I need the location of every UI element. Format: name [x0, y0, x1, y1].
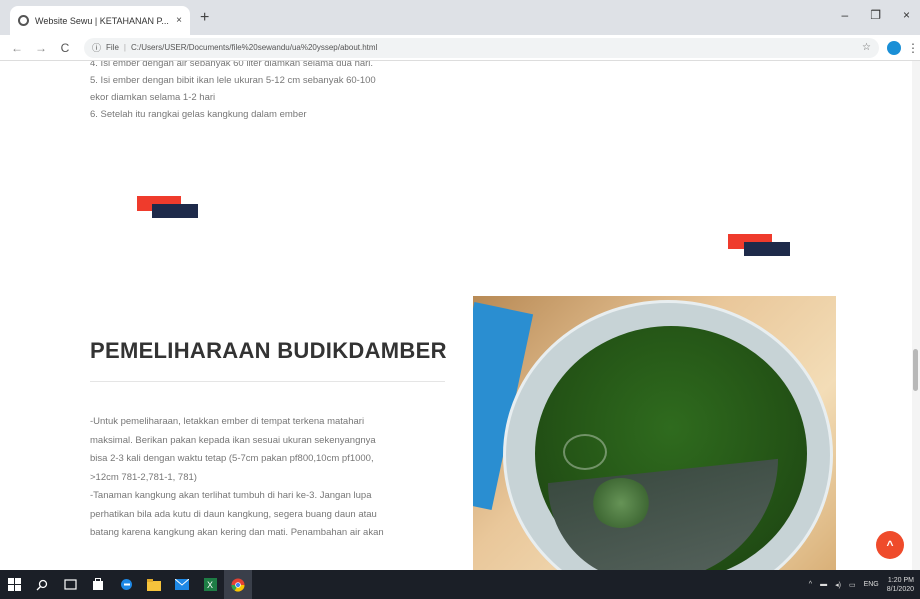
- taskbar-clock[interactable]: 1:20 PM 8/1/2020: [887, 576, 914, 594]
- page-content: 4. Isi ember dengan air sebanyak 60 lite…: [0, 61, 920, 570]
- tab-title: Website Sewu | KETAHANAN P...: [35, 15, 169, 26]
- body-line: batang karena kangkung akan kering dan m…: [90, 527, 384, 538]
- notification-icon[interactable]: ▭: [849, 581, 856, 589]
- url-separator: |: [123, 43, 126, 52]
- file-explorer-icon[interactable]: [140, 570, 168, 599]
- globe-icon: [18, 15, 29, 26]
- browser-tab[interactable]: Website Sewu | KETAHANAN P... ×: [10, 6, 190, 35]
- title-divider: [90, 381, 445, 382]
- decorative-navy-bar: [152, 204, 198, 218]
- scrollbar-thumb[interactable]: [913, 349, 918, 391]
- bucket-photo: [473, 296, 836, 570]
- address-bar[interactable]: ⓘ File | C:/Users/USER/Documents/file%20…: [84, 37, 879, 58]
- maximize-button[interactable]: ❐: [870, 8, 881, 22]
- clock-date: 8/1/2020: [886, 585, 914, 593]
- info-icon[interactable]: ⓘ: [92, 41, 101, 54]
- task-view-icon[interactable]: [56, 570, 84, 599]
- url-text[interactable]: C:/Users/USER/Documents/file%20sewandu/u…: [131, 43, 862, 52]
- system-tray: ^ ▬ ◂) ▭ ENG 1:20 PM 8/1/2020: [809, 570, 914, 599]
- browser-tabbar: Website Sewu | KETAHANAN P... × + – ❐ ×: [0, 0, 920, 35]
- steps-list: 4. Isi ember dengan air sebanyak 60 lite…: [90, 61, 450, 123]
- back-button[interactable]: ←: [10, 41, 24, 55]
- network-icon[interactable]: ▬: [820, 581, 827, 588]
- clock-time: 1:20 PM: [887, 576, 914, 584]
- body-line: >12cm 781-2,781-1, 781): [90, 471, 197, 483]
- window-controls: – ❐ ×: [842, 8, 910, 22]
- language-indicator[interactable]: ENG: [864, 581, 879, 588]
- new-tab-button[interactable]: +: [200, 9, 209, 27]
- windows-start-icon[interactable]: [0, 570, 28, 599]
- browser-menu-icon[interactable]: ⋮: [907, 41, 919, 55]
- section-title: PEMELIHARAAN BUDIKDAMBER: [90, 338, 447, 363]
- body-line: perhatikan bila ada kutu di daun kangkun…: [90, 508, 377, 520]
- bookmark-star-icon[interactable]: ☆: [862, 42, 871, 53]
- chrome-icon[interactable]: [224, 570, 252, 599]
- tab-close-icon[interactable]: ×: [176, 15, 182, 26]
- body-line: -Untuk pemeliharaan, letakkan ember di t…: [90, 416, 365, 427]
- step-line: 4. Isi ember dengan air sebanyak 60 lite…: [90, 61, 374, 69]
- mail-icon[interactable]: [168, 570, 196, 599]
- search-icon[interactable]: [28, 570, 56, 599]
- minimize-button[interactable]: –: [842, 8, 849, 22]
- step-line: 6. Setelah itu rangkai gelas kangkung da…: [90, 109, 307, 120]
- svg-text:X: X: [207, 580, 213, 590]
- forward-button[interactable]: →: [34, 41, 48, 55]
- volume-icon[interactable]: ◂): [835, 581, 841, 589]
- decorative-navy-bar: [744, 242, 790, 256]
- store-icon[interactable]: [84, 570, 112, 599]
- profile-avatar-icon[interactable]: [887, 40, 901, 55]
- reload-button[interactable]: C: [58, 41, 72, 55]
- browser-toolbar: ← → C ⓘ File | C:/Users/USER/Documents/f…: [0, 35, 920, 61]
- body-line: maksimal. Berikan pakan kepada ikan sesu…: [90, 434, 376, 446]
- windows-taskbar: X ^ ▬ ◂) ▭ ENG 1:20 PM 8/1/2020: [0, 570, 920, 599]
- body-line: bisa 2-3 kali dengan waktu tetap (5-7cm …: [90, 453, 374, 464]
- url-scheme: File: [106, 43, 119, 52]
- body-line: -Tanaman kangkung akan terlihat tumbuh d…: [90, 490, 372, 501]
- step-line: 5. Isi ember dengan bibit ikan lele ukur…: [90, 75, 376, 86]
- floating-leaves: [591, 478, 651, 528]
- close-window-button[interactable]: ×: [903, 8, 910, 22]
- water-ripple: [563, 434, 607, 470]
- chevron-up-icon[interactable]: ^: [809, 581, 812, 588]
- page-scrollbar[interactable]: [912, 61, 920, 570]
- edge-icon[interactable]: [112, 570, 140, 599]
- step-line: ekor diamkan selama 1-2 hari: [90, 92, 216, 103]
- scroll-to-top-button[interactable]: ^: [876, 531, 904, 559]
- section-body: -Untuk pemeliharaan, letakkan ember di t…: [90, 413, 452, 543]
- excel-icon[interactable]: X: [196, 570, 224, 599]
